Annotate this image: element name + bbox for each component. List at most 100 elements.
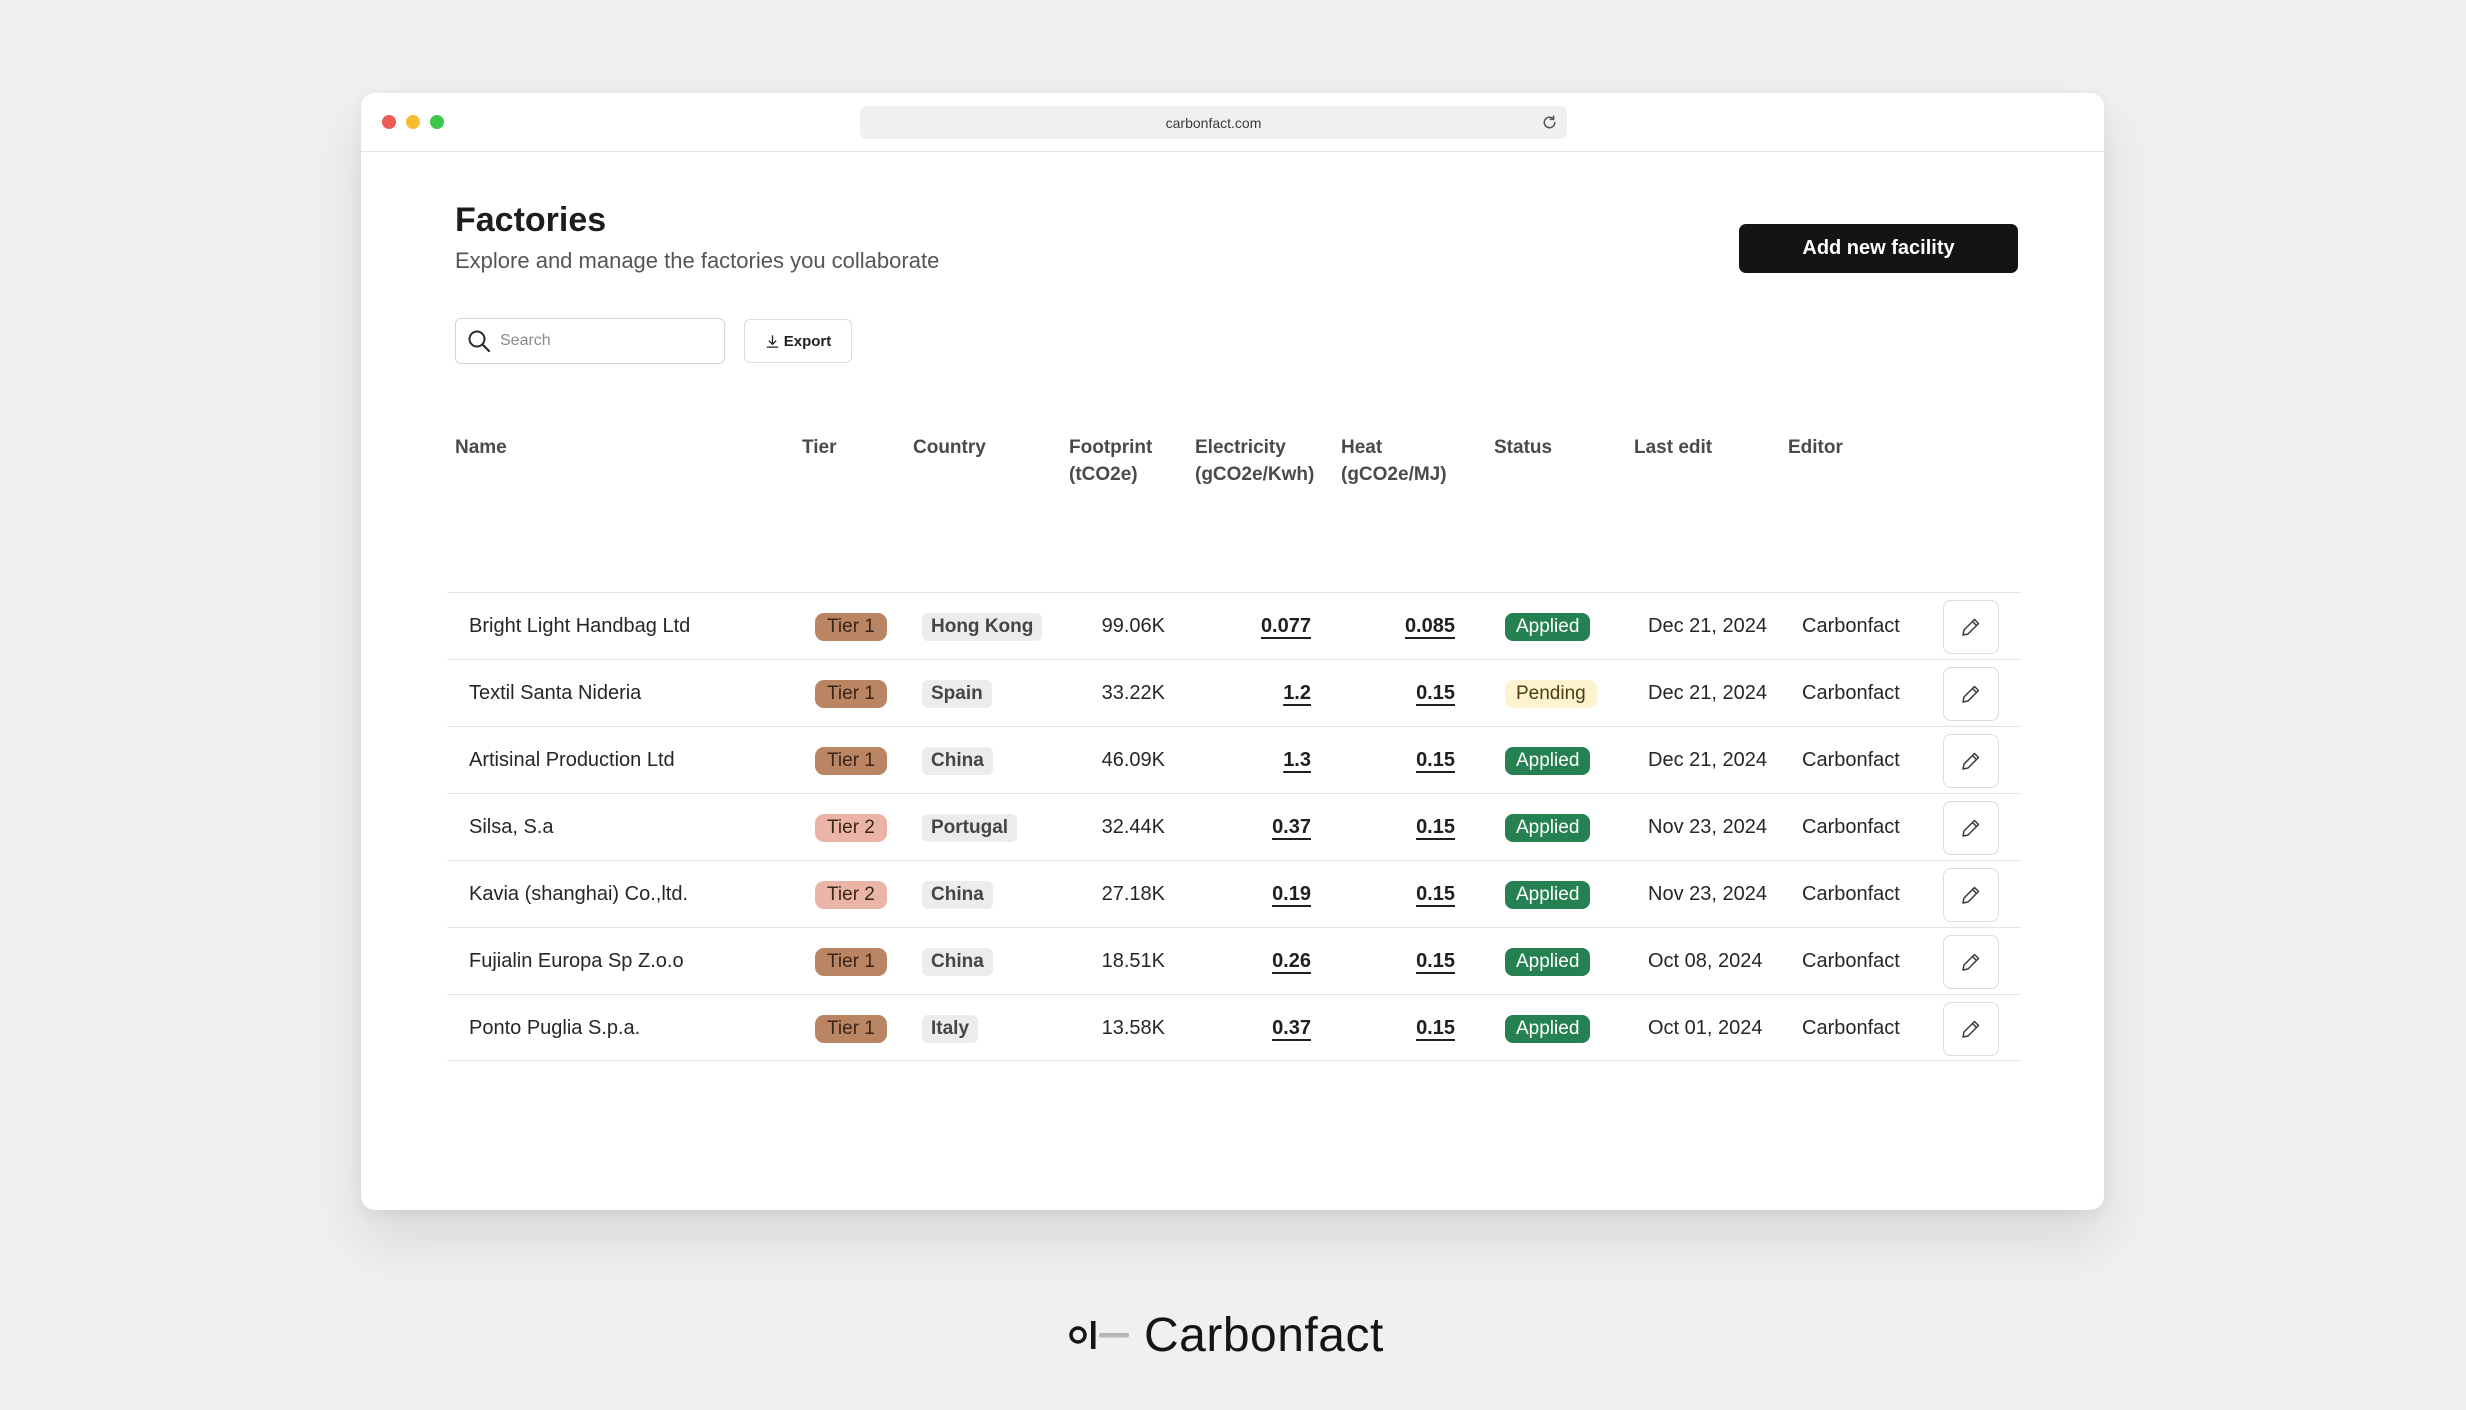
- heat-value[interactable]: 0.15: [1347, 861, 1455, 928]
- status-cell: Applied: [1505, 593, 1591, 660]
- edit-row-button[interactable]: [1943, 1002, 1999, 1056]
- url-text: carbonfact.com: [1165, 114, 1262, 131]
- close-window-button[interactable]: [382, 115, 396, 129]
- editor-name: Carbonfact: [1802, 950, 1900, 972]
- table-row[interactable]: Fujialin Europa Sp Z.o.o Tier 1 China 18…: [447, 927, 2021, 994]
- minimize-window-button[interactable]: [406, 115, 420, 129]
- table-row[interactable]: Kavia (shanghai) Co.,ltd. Tier 2 China 2…: [447, 860, 2021, 927]
- status-badge: Applied: [1505, 746, 1591, 775]
- page-subtitle: Explore and manage the factories you col…: [455, 248, 940, 273]
- last-edit-date: Oct 08, 2024: [1648, 950, 1763, 972]
- footprint-value: 99.06K: [1101, 615, 1165, 637]
- column-header-country[interactable]: Country: [913, 434, 986, 461]
- pencil-icon: [1962, 819, 1980, 837]
- country-badge: China: [922, 880, 993, 909]
- stage: carbonfact.com Factories Explore and man…: [0, 0, 2466, 1410]
- table-row[interactable]: Textil Santa Nideria Tier 1 Spain 33.22K…: [447, 659, 2021, 726]
- electricity-value[interactable]: 0.26: [1187, 928, 1311, 995]
- status-badge: Applied: [1505, 880, 1591, 909]
- column-header-tier[interactable]: Tier: [802, 434, 837, 461]
- tier-badge: Tier 2: [815, 813, 887, 842]
- search-input[interactable]: Search: [455, 318, 725, 364]
- electricity-value[interactable]: 1.3: [1187, 727, 1311, 794]
- pencil-icon: [1962, 752, 1980, 770]
- column-header-status[interactable]: Status: [1494, 434, 1552, 461]
- edit-row-button[interactable]: [1943, 734, 1999, 788]
- add-new-facility-button[interactable]: Add new facility: [1739, 224, 2018, 273]
- electricity-value[interactable]: 0.077: [1187, 593, 1311, 660]
- status-cell: Pending: [1505, 660, 1597, 727]
- reload-icon[interactable]: [1540, 113, 1559, 132]
- status-cell: Applied: [1505, 928, 1591, 995]
- status-cell: Applied: [1505, 794, 1591, 861]
- browser-window: carbonfact.com Factories Explore and man…: [361, 93, 2104, 1210]
- table-row[interactable]: Bright Light Handbag Ltd Tier 1 Hong Kon…: [447, 592, 2021, 659]
- column-header-last-edit[interactable]: Last edit: [1634, 434, 1712, 461]
- tier-badge: Tier 1: [815, 612, 887, 641]
- electricity-value[interactable]: 0.37: [1187, 794, 1311, 861]
- last-edit-date: Nov 23, 2024: [1648, 883, 1767, 905]
- heat-value[interactable]: 0.15: [1347, 727, 1455, 794]
- footprint-value: 13.58K: [1101, 1017, 1165, 1039]
- export-button[interactable]: Export: [744, 319, 852, 363]
- factory-name: Artisinal Production Ltd: [469, 749, 675, 771]
- tier-badge: Tier 2: [815, 880, 887, 909]
- editor-name: Carbonfact: [1802, 749, 1900, 771]
- footprint-value: 18.51K: [1101, 950, 1165, 972]
- editor-name: Carbonfact: [1802, 682, 1900, 704]
- brand-footer: Carbonfact: [1068, 1305, 1384, 1365]
- page-title: Factories: [455, 201, 607, 239]
- column-header-name[interactable]: Name: [455, 434, 507, 461]
- column-header-editor[interactable]: Editor: [1788, 434, 1843, 461]
- search-icon: [468, 330, 491, 353]
- factory-name: Bright Light Handbag Ltd: [469, 615, 691, 637]
- table-row[interactable]: Ponto Puglia S.p.a. Tier 1 Italy 13.58K …: [447, 994, 2021, 1061]
- table-row[interactable]: Artisinal Production Ltd Tier 1 China 46…: [447, 726, 2021, 793]
- factory-name: Fujialin Europa Sp Z.o.o: [469, 950, 684, 972]
- country-badge: Hong Kong: [922, 612, 1043, 641]
- heat-value[interactable]: 0.15: [1347, 660, 1455, 727]
- electricity-value[interactable]: 0.19: [1187, 861, 1311, 928]
- electricity-value[interactable]: 1.2: [1187, 660, 1311, 727]
- heat-value[interactable]: 0.15: [1347, 995, 1455, 1062]
- last-edit-date: Dec 21, 2024: [1648, 615, 1767, 637]
- footprint-value: 33.22K: [1101, 682, 1165, 704]
- tier-badge: Tier 1: [815, 1014, 887, 1043]
- pencil-icon: [1962, 618, 1980, 636]
- edit-row-button[interactable]: [1943, 600, 1999, 654]
- edit-row-button[interactable]: [1943, 801, 1999, 855]
- heat-value[interactable]: 0.15: [1347, 928, 1455, 995]
- maximize-window-button[interactable]: [430, 115, 444, 129]
- edit-row-button[interactable]: [1943, 868, 1999, 922]
- search-placeholder: Search: [500, 332, 551, 349]
- table-row[interactable]: Silsa, S.a Tier 2 Portugal 32.44K 0.37 0…: [447, 793, 2021, 860]
- editor-name: Carbonfact: [1802, 883, 1900, 905]
- pencil-icon: [1962, 953, 1980, 971]
- factory-name: Textil Santa Nideria: [469, 682, 642, 704]
- last-edit-date: Dec 21, 2024: [1648, 749, 1767, 771]
- status-cell: Applied: [1505, 861, 1591, 928]
- column-header-footprint[interactable]: Footprint (tCO2e): [1069, 434, 1152, 488]
- heat-value[interactable]: 0.085: [1347, 593, 1455, 660]
- country-cell: Spain: [922, 660, 992, 727]
- country-badge: Spain: [922, 679, 992, 708]
- footprint-value: 32.44K: [1101, 816, 1165, 838]
- heat-value[interactable]: 0.15: [1347, 794, 1455, 861]
- country-badge: China: [922, 746, 993, 775]
- country-cell: China: [922, 727, 993, 794]
- country-cell: China: [922, 861, 993, 928]
- status-cell: Applied: [1505, 727, 1591, 794]
- country-badge: Italy: [922, 1014, 979, 1043]
- edit-row-button[interactable]: [1943, 935, 1999, 989]
- electricity-value[interactable]: 0.37: [1187, 995, 1311, 1062]
- country-cell: Portugal: [922, 794, 1018, 861]
- status-badge: Applied: [1505, 612, 1591, 641]
- address-bar[interactable]: carbonfact.com: [860, 106, 1567, 139]
- editor-name: Carbonfact: [1802, 1017, 1900, 1039]
- factory-name: Kavia (shanghai) Co.,ltd.: [469, 883, 689, 905]
- edit-row-button[interactable]: [1943, 667, 1999, 721]
- carbonfact-logo-icon: [1069, 1321, 1129, 1349]
- column-header-heat[interactable]: Heat (gCO2e/MJ): [1341, 434, 1447, 488]
- browser-titlebar: carbonfact.com: [361, 93, 2104, 152]
- column-header-electricity[interactable]: Electricity (gCO2e/Kwh): [1195, 434, 1314, 488]
